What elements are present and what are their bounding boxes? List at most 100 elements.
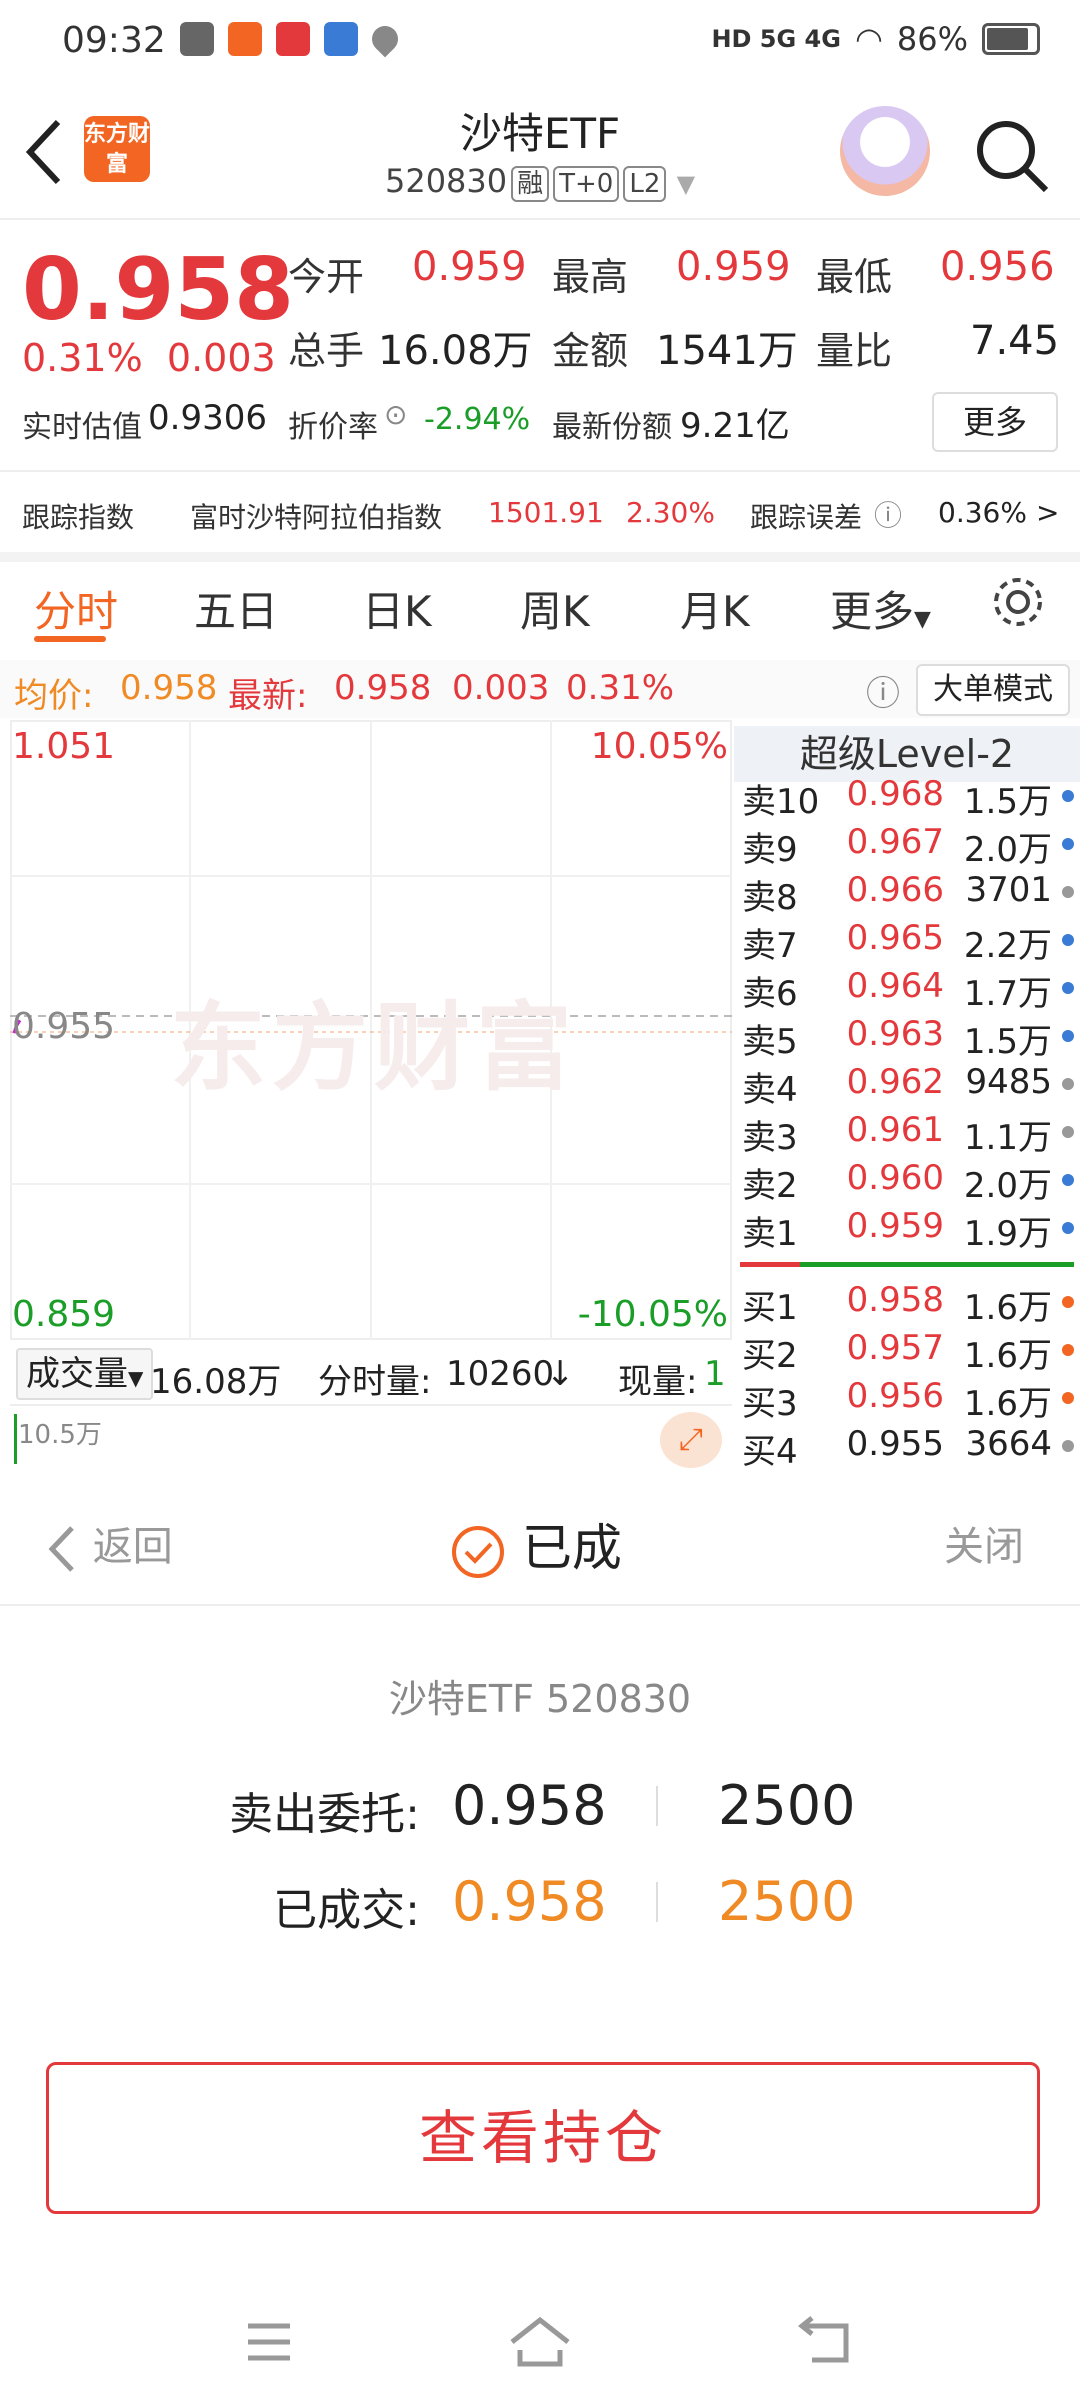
tab-five-day[interactable]: 五日: [194, 578, 278, 639]
latest-change: 0.003: [452, 668, 550, 708]
ask-row[interactable]: 卖7 0.965 2.2万: [734, 918, 1080, 966]
high-value: 0.959: [676, 244, 791, 290]
ask-volume: 3701: [965, 870, 1052, 910]
shares-value: 9.21亿: [680, 406, 790, 446]
tab-daily-k[interactable]: 日K: [362, 578, 432, 639]
ask-row[interactable]: 卖4 0.962 9485: [734, 1062, 1080, 1110]
dialog-status: 已成: [450, 1508, 622, 1580]
volume-dropdown[interactable]: 成交量▼: [16, 1348, 154, 1400]
ask-volume: 1.5万: [963, 782, 1052, 822]
ask-price: 0.967: [846, 822, 944, 862]
dialog-header: 返回 已成 关闭: [0, 1468, 1080, 1606]
ratio-value: 7.45: [970, 318, 1060, 364]
bid-row[interactable]: 买2 0.957 1.6万: [734, 1328, 1080, 1376]
caret-down-icon: ▼: [914, 607, 931, 632]
app-header: 东方财富 沙特ETF 520830 融 T+0 L2 ▼: [0, 90, 1080, 220]
dialog-status-label: 已成: [521, 1519, 622, 1577]
ask-volume: 1.1万: [963, 1118, 1052, 1158]
bid-row[interactable]: 买4 0.955 3664: [734, 1424, 1080, 1472]
ask-row[interactable]: 卖8 0.966 3701: [734, 870, 1080, 918]
help-icon[interactable]: ⓘ: [866, 666, 900, 715]
notification-icon-4: [324, 22, 358, 56]
ask-row[interactable]: 卖1 0.959 1.9万: [734, 1206, 1080, 1254]
tracking-index-pct: 2.30%: [626, 496, 715, 529]
ask-level: 卖1: [742, 1214, 798, 1254]
volume-bar: [14, 1414, 17, 1464]
ask-row[interactable]: 卖9 0.967 2.0万: [734, 822, 1080, 870]
tab-monthly-k[interactable]: 月K: [680, 578, 750, 639]
ask-dot: [1062, 886, 1074, 898]
ask-level: 卖9: [742, 830, 798, 870]
help-icon[interactable]: ⓘ: [874, 494, 902, 534]
avg-value: 0.958: [120, 668, 218, 708]
dialog-back-label: 返回: [92, 1524, 173, 1570]
order-book[interactable]: 超级Level-2 卖10 0.968 1.5万 卖9 0.967 2.0万 卖8 0.966…: [734, 720, 1080, 1472]
info-icon[interactable]: ⊙: [384, 398, 407, 431]
tick-arrow: ↓: [546, 1354, 575, 1394]
ask-row[interactable]: 卖10 0.968 1.5万: [734, 774, 1080, 822]
tracking-label: 跟踪指数: [22, 501, 135, 534]
ask-volume: 1.9万: [963, 1214, 1052, 1254]
tag-t0: T+0: [553, 166, 620, 202]
filled-qty: 2500: [718, 1870, 856, 1933]
y-axis-top-pct: 10.05%: [590, 726, 728, 767]
ask-row[interactable]: 卖3 0.961 1.1万: [734, 1110, 1080, 1158]
gear-icon: [994, 578, 1042, 626]
tick-volume-value: 10260: [446, 1354, 555, 1394]
ask-dot: [1062, 1030, 1074, 1042]
back-nav-icon[interactable]: [798, 2316, 852, 2366]
expand-icon[interactable]: ⤢: [660, 1412, 722, 1468]
bid-level: 买1: [742, 1288, 798, 1328]
amount-label: 金额: [552, 329, 629, 373]
ask-price: 0.963: [846, 1014, 944, 1054]
ask-row[interactable]: 卖6 0.964 1.7万: [734, 966, 1080, 1014]
ask-level: 卖3: [742, 1118, 798, 1158]
more-button[interactable]: 更多: [932, 392, 1058, 452]
bid-row[interactable]: 买1 0.958 1.6万: [734, 1280, 1080, 1328]
dialog-stock: 沙特ETF 520830: [388, 1677, 692, 1721]
view-positions-button[interactable]: 查看持仓: [46, 2062, 1040, 2214]
ask-row[interactable]: 卖2 0.960 2.0万: [734, 1158, 1080, 1206]
iopv-label: 实时估值: [22, 410, 142, 445]
bid-price: 0.958: [846, 1280, 944, 1320]
assistant-avatar[interactable]: [840, 106, 930, 196]
volume-dropdown-label: 成交量: [26, 1354, 128, 1394]
search-button[interactable]: [972, 116, 1052, 196]
dialog-close-button[interactable]: 关闭: [944, 1514, 1024, 1572]
tab-intraday[interactable]: 分时: [34, 578, 118, 639]
volume-row: 成交量▼ 16.08万 分时量: 10260 ↓ 现量: 1: [10, 1348, 732, 1402]
divider: [656, 1882, 658, 1922]
tab-more[interactable]: 更多▼: [830, 578, 931, 639]
system-nav-bar: [0, 2290, 1080, 2408]
ask-price: 0.960: [846, 1158, 944, 1198]
tracking-index-name: 富时沙特阿拉伯指数: [190, 501, 443, 534]
battery-icon: [982, 23, 1040, 55]
notification-icon-3: [276, 22, 310, 56]
tracking-index-value: 1501.91: [488, 496, 604, 529]
intraday-chart[interactable]: 东方财富 1.051 10.05% 0.955 0.859 -10.05%: [10, 720, 732, 1340]
filled-price: 0.958: [452, 1870, 607, 1933]
tab-weekly-k[interactable]: 周K: [520, 578, 590, 639]
ask-dot: [1062, 982, 1074, 994]
dialog-back-button[interactable]: 返回: [44, 1514, 173, 1574]
ask-row[interactable]: 卖5 0.963 1.5万: [734, 1014, 1080, 1062]
bid-row[interactable]: 买3 0.956 1.6万: [734, 1376, 1080, 1424]
chevron-right-icon: >: [1036, 496, 1060, 529]
menu-icon[interactable]: [244, 2320, 294, 2364]
y-axis-top: 1.051: [12, 726, 116, 767]
search-icon: [977, 121, 1049, 193]
ask-price: 0.968: [846, 774, 944, 814]
ask-volume: 2.0万: [963, 1166, 1052, 1206]
bid-volume: 1.6万: [963, 1336, 1052, 1376]
tracking-index-row[interactable]: 跟踪指数 富时沙特阿拉伯指数 1501.91 2.30% 跟踪误差 ⓘ 0.36…: [0, 484, 1080, 550]
home-icon[interactable]: [508, 2314, 572, 2370]
bid-ask-ratio-bar: [740, 1262, 1074, 1267]
ask-price: 0.962: [846, 1062, 944, 1102]
settings-button[interactable]: [990, 574, 1046, 640]
last-price: 0.958: [22, 240, 295, 340]
ask-volume: 2.2万: [963, 926, 1052, 966]
status-right: HD 5G 4G ◠ 86%: [711, 20, 1040, 58]
divider: [0, 470, 1080, 472]
bid-level: 买3: [742, 1384, 798, 1424]
big-order-mode-button[interactable]: 大单模式: [916, 664, 1070, 716]
